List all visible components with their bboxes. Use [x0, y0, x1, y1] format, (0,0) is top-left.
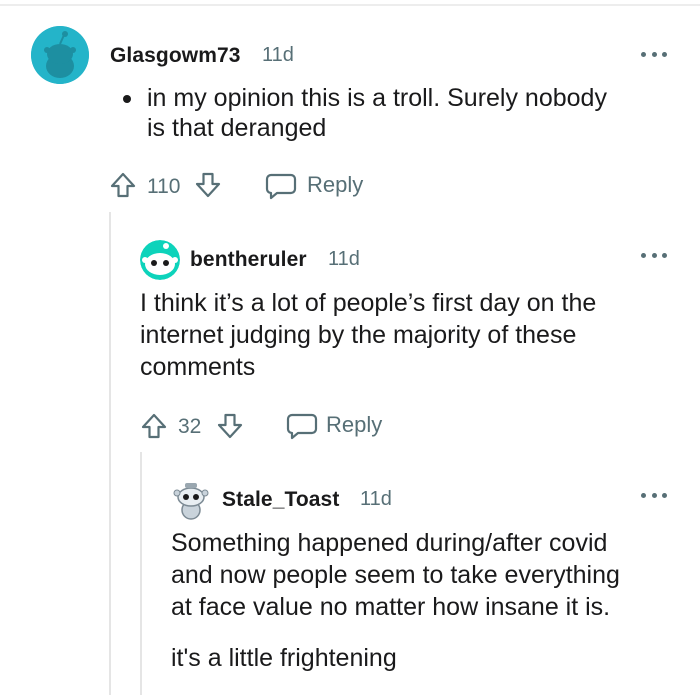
- snoo-avatar-icon: [31, 26, 89, 84]
- top-divider: [0, 4, 700, 6]
- avatar[interactable]: [140, 240, 180, 280]
- reply-label: Reply: [307, 172, 364, 197]
- downvote-icon[interactable]: [194, 171, 222, 204]
- reply-button[interactable]: Reply: [265, 170, 365, 202]
- reply-icon: [265, 173, 297, 200]
- comment-text-line: Something happened during/after covid: [171, 529, 608, 557]
- snoo-avatar-icon: [173, 483, 209, 520]
- vote-score: 110: [147, 175, 181, 198]
- comment-text-line: at face value no matter how insane it is…: [171, 593, 611, 621]
- comment-text-line: I think it’s a lot of people’s first day…: [140, 289, 597, 317]
- comment-text-line: comments: [140, 353, 256, 381]
- reply-icon: [286, 413, 318, 440]
- more-options-icon[interactable]: [641, 490, 667, 500]
- vote-score: 32: [178, 415, 202, 438]
- comment-age: 11d: [328, 248, 360, 270]
- snoo-avatar-icon: [140, 240, 180, 280]
- comment-text-line: it's a little frightening: [171, 644, 397, 672]
- more-options-icon[interactable]: [641, 49, 667, 59]
- comment-age: 11d: [360, 488, 392, 510]
- reply-button[interactable]: Reply: [286, 410, 386, 442]
- username[interactable]: Glasgowm73: [110, 44, 241, 68]
- reply-label: Reply: [326, 412, 383, 437]
- comment-text-line: is that deranged: [147, 114, 327, 142]
- comment-text-line: internet judging by the majority of thes…: [140, 321, 577, 349]
- avatar[interactable]: [171, 480, 211, 520]
- avatar[interactable]: [31, 26, 89, 84]
- list-bullet: [123, 95, 131, 103]
- comment-text-line: and now people seem to take everything: [171, 561, 620, 589]
- more-options-icon[interactable]: [641, 250, 667, 260]
- thread-line[interactable]: [109, 212, 111, 695]
- username[interactable]: bentheruler: [190, 248, 307, 272]
- upvote-icon[interactable]: [109, 171, 137, 204]
- downvote-icon[interactable]: [216, 412, 244, 445]
- comment-text-line: in my opinion this is a troll. Surely no…: [147, 84, 607, 112]
- thread-line[interactable]: [140, 452, 142, 695]
- username[interactable]: Stale_Toast: [222, 488, 339, 512]
- upvote-icon[interactable]: [140, 412, 168, 445]
- comment-age: 11d: [262, 44, 294, 66]
